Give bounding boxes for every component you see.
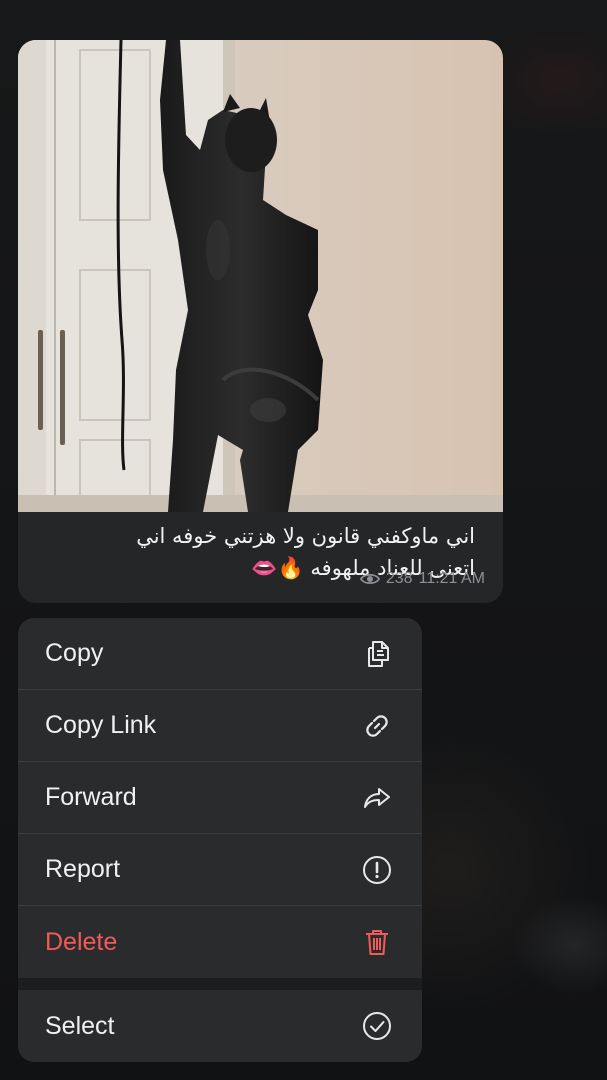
trash-icon — [360, 925, 394, 959]
message-meta: 238 11:21 AM — [359, 570, 485, 588]
view-count: 238 — [385, 570, 413, 587]
menu-item-copy-link[interactable]: Copy Link — [18, 690, 422, 762]
menu-item-label: Copy — [45, 639, 104, 667]
message-caption: اني ماوكفني قانون ولا هزتني خوفه اني اتع… — [18, 512, 503, 603]
message-bubble[interactable]: اني ماوكفني قانون ولا هزتني خوفه اني اتع… — [18, 40, 503, 603]
menu-item-copy[interactable]: Copy — [18, 618, 422, 690]
menu-item-report[interactable]: Report — [18, 834, 422, 906]
menu-item-delete[interactable]: Delete — [18, 906, 422, 978]
menu-item-label: Select — [45, 1011, 115, 1040]
menu-item-label: Forward — [45, 783, 137, 811]
menu-section-divider — [18, 978, 422, 990]
message-time: 11:21 AM — [418, 570, 485, 587]
check-circle-icon — [360, 1009, 394, 1043]
link-icon — [360, 709, 394, 743]
message-photo[interactable] — [18, 40, 503, 512]
menu-item-label: Copy Link — [45, 711, 157, 739]
menu-item-forward[interactable]: Forward — [18, 762, 422, 834]
menu-item-select[interactable]: Select — [18, 990, 422, 1062]
caption-line-1: اني ماوكفني قانون ولا هزتني خوفه اني — [136, 524, 475, 548]
menu-item-label: Delete — [45, 927, 118, 956]
copy-icon — [360, 637, 394, 671]
forward-icon — [360, 781, 394, 815]
eye-icon — [359, 573, 380, 585]
report-icon — [360, 853, 394, 887]
context-menu: Copy Copy Link Forward Report Delete Sel… — [18, 618, 422, 1062]
menu-item-label: Report — [45, 855, 121, 883]
